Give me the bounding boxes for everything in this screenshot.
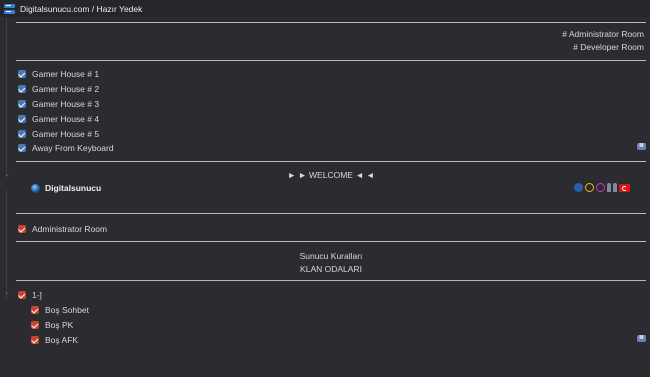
spacer-line	[16, 213, 646, 214]
channel-label: Gamer House # 4	[32, 114, 100, 124]
turkey-flag-icon	[619, 183, 630, 192]
channel-administrator-room-2[interactable]: Administrator Room	[18, 223, 107, 235]
channel-icon	[18, 85, 26, 93]
server-title: Digitalsunucu.com / Hazır Yedek	[20, 3, 143, 14]
channel-label: 1-]	[32, 290, 42, 300]
channel-icon	[18, 144, 26, 152]
channel-icon	[31, 336, 39, 344]
headset-icon	[585, 183, 594, 192]
spacer-line	[16, 22, 646, 23]
channel-icon	[18, 115, 26, 123]
moderated-badge-icon: M	[637, 143, 646, 150]
channel-label: Gamer House # 3	[32, 99, 100, 109]
client-digitalsunucu[interactable]: Digitalsunucu	[31, 181, 101, 195]
channel-gamer-house-2[interactable]: Gamer House # 2	[18, 83, 99, 95]
channel-away-from-keyboard[interactable]: Away From Keyboard	[18, 142, 114, 154]
channel-gamer-house-5[interactable]: Gamer House # 5	[18, 128, 99, 140]
channel-administrator-room[interactable]: # Administrator Room	[562, 29, 644, 39]
spacer-line	[16, 60, 646, 61]
tree-line	[6, 18, 7, 178]
channel-label: Away From Keyboard	[32, 143, 114, 153]
mic-icon	[607, 183, 611, 192]
channel-clan-1[interactable]: 1-]	[18, 289, 42, 301]
channel-gamer-house-4[interactable]: Gamer House # 4	[18, 113, 99, 125]
channel-icon	[18, 100, 26, 108]
channel-label: Gamer House # 2	[32, 84, 100, 94]
channel-gamer-house-1[interactable]: Gamer House # 1	[18, 68, 99, 80]
channel-bos-sohbet[interactable]: Boş Sohbet	[31, 304, 89, 316]
spacer-line	[16, 241, 646, 242]
channel-welcome[interactable]: ► ► WELCOME ◄ ◄	[16, 170, 646, 180]
away-icon	[574, 183, 583, 192]
channel-icon	[31, 306, 39, 314]
moderated-badge-icon: M	[637, 335, 646, 342]
channel-icon	[18, 70, 26, 78]
channel-gamer-house-3[interactable]: Gamer House # 3	[18, 98, 99, 110]
server-title-bar[interactable]: Digitalsunucu.com / Hazır Yedek	[0, 0, 650, 17]
client-name: Digitalsunucu	[45, 183, 102, 193]
client-status-icon	[31, 183, 40, 193]
collapse-arrow-icon[interactable]: ⌄	[4, 170, 10, 178]
channel-bos-pk[interactable]: Boş PK	[31, 319, 73, 331]
channel-label: Boş AFK	[45, 335, 79, 345]
channel-icon	[18, 291, 26, 299]
channel-label: Administrator Room	[32, 224, 108, 234]
spacer-line	[16, 280, 646, 281]
tree-line	[6, 190, 7, 300]
channel-klan-odalari[interactable]: KLAN ODALARI	[16, 264, 646, 274]
spacer-line	[16, 161, 646, 162]
collapse-arrow-icon[interactable]: ⌄	[4, 288, 10, 296]
channel-label: Gamer House # 5	[32, 129, 100, 139]
client-icons	[574, 183, 630, 192]
channel-label: Boş PK	[45, 320, 74, 330]
channel-bos-afk[interactable]: Boş AFK	[31, 334, 78, 346]
channel-icon	[18, 225, 26, 233]
channel-developer-room[interactable]: # Developer Room	[573, 42, 644, 52]
headset-icon	[596, 183, 605, 192]
server-icon	[4, 3, 15, 14]
channel-icon	[31, 321, 39, 329]
channel-sunucu-kurallari[interactable]: Sunucu Kuralları	[16, 251, 646, 261]
mic-icon	[613, 183, 617, 192]
channel-icon	[18, 130, 26, 138]
channel-label: Boş Sohbet	[45, 305, 89, 315]
channel-label: Gamer House # 1	[32, 69, 100, 79]
